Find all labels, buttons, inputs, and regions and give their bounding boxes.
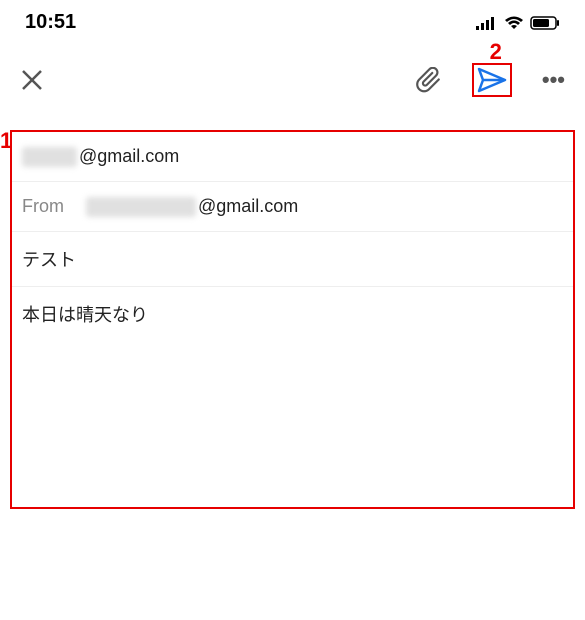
body-text: 本日は晴天なり <box>22 305 148 325</box>
status-time: 10:51 <box>25 11 76 34</box>
redacted-sender <box>86 197 196 217</box>
more-options-button[interactable]: ••• <box>542 67 565 93</box>
cellular-signal-icon <box>476 16 498 30</box>
from-label: From <box>22 196 64 217</box>
battery-icon <box>530 16 560 30</box>
subject-text: テスト <box>22 246 76 272</box>
redacted-recipient <box>22 147 77 167</box>
compose-toolbar: 2 ••• <box>0 40 585 110</box>
send-button[interactable]: 2 <box>472 63 512 97</box>
close-button[interactable] <box>20 68 44 92</box>
to-email-suffix: @gmail.com <box>79 146 179 167</box>
from-field[interactable]: From @gmail.com <box>12 182 573 232</box>
status-bar: 10:51 <box>0 0 585 40</box>
to-field[interactable]: @gmail.com <box>12 132 573 182</box>
attach-button[interactable] <box>416 67 442 93</box>
more-icon: ••• <box>542 67 565 93</box>
status-icons <box>476 16 560 30</box>
wifi-icon <box>504 16 524 30</box>
compose-area: @gmail.com From @gmail.com テスト 本日は晴天なり <box>10 130 575 509</box>
from-email-suffix: @gmail.com <box>198 196 298 217</box>
annotation-label-1: 1 <box>0 128 12 154</box>
annotation-label-2: 2 <box>490 39 502 65</box>
subject-field[interactable]: テスト <box>12 232 573 287</box>
body-field[interactable]: 本日は晴天なり <box>12 287 573 507</box>
